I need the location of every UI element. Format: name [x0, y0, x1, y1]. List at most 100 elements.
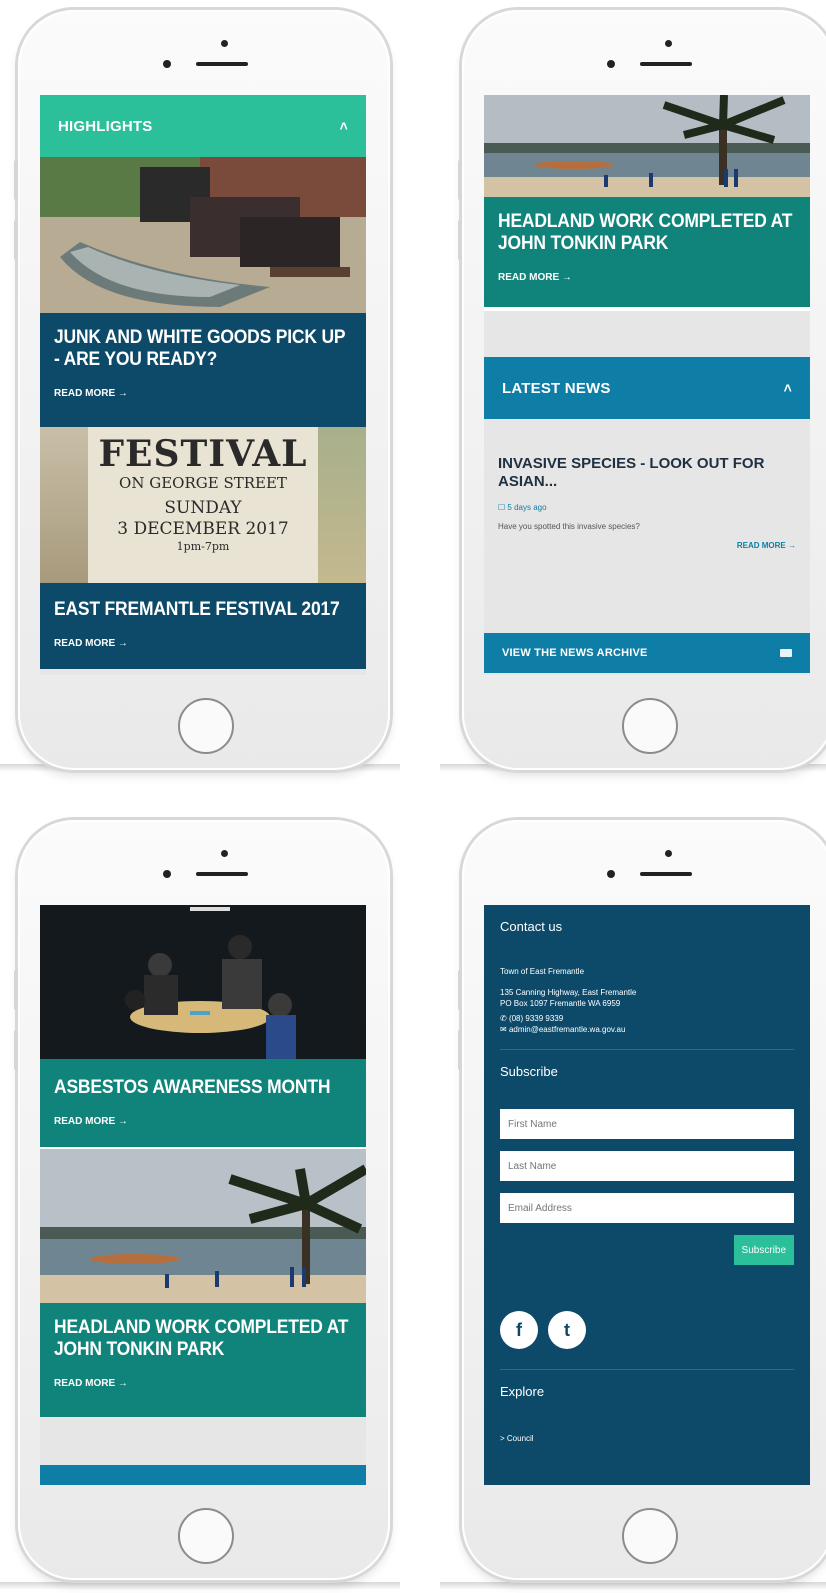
- card-title: JUNK AND WHITE GOODS PICK UP - ARE YOU R…: [54, 327, 346, 370]
- news-archive-label: VIEW THE NEWS ARCHIVE: [502, 647, 648, 659]
- poster-line-sunday: SUNDAY: [164, 498, 242, 518]
- phone-mockup-footer: Contact us Town of East Fremantle 135 Ca…: [458, 820, 826, 1580]
- volume-down-button: [14, 1030, 18, 1070]
- volume-down-button: [14, 220, 18, 260]
- card-title: HEADLAND WORK COMPLETED AT JOHN TONKIN P…: [498, 211, 793, 254]
- social-links: f t: [500, 1311, 794, 1349]
- phone-mockup-asbestos: ASBESTOS AWARENESS MONTH READ MORE → HEA…: [14, 820, 390, 1580]
- festival-poster: FESTIVAL ON GEORGE STREET SUNDAY 3 DECEM…: [40, 427, 366, 583]
- poster-line-george-street: ON GEORGE STREET: [119, 474, 287, 492]
- explore-title: Explore: [500, 1384, 545, 1399]
- front-camera: [665, 40, 672, 47]
- org-name: Town of East Fremantle: [500, 967, 585, 976]
- proximity-sensor: [163, 870, 171, 878]
- chevron-up-icon[interactable]: ˄: [340, 118, 348, 134]
- facebook-icon[interactable]: f: [500, 1311, 538, 1349]
- address-line-1: 135 Canning Highway, East Fremantle: [500, 988, 637, 997]
- festival-card[interactable]: EAST FREMANTLE FESTIVAL 2017 READ MORE →: [40, 583, 366, 669]
- read-more-link[interactable]: READ MORE →: [54, 1378, 128, 1389]
- family-at-table-image: [40, 905, 366, 1059]
- volume-up-button: [14, 160, 18, 200]
- home-button[interactable]: [178, 698, 234, 754]
- park-photo: [484, 95, 810, 197]
- card-title: EAST FREMANTLE FESTIVAL 2017: [54, 599, 340, 620]
- news-date: ☐ 5 days ago: [498, 503, 547, 512]
- site-footer: Contact us Town of East Fremantle 135 Ca…: [484, 905, 810, 1485]
- latest-news-header[interactable]: LATEST NEWS ˄: [484, 357, 810, 419]
- front-camera: [665, 850, 672, 857]
- proximity-sensor: [607, 60, 615, 68]
- phone-mockup-highlights: HIGHLIGHTS ˄ JUNK AND WHITE GOODS PICK U…: [14, 10, 390, 770]
- news-title: INVASIVE SPECIES - LOOK OUT FOR ASIAN...: [498, 455, 765, 490]
- proximity-sensor: [607, 870, 615, 878]
- twitter-icon[interactable]: t: [548, 1311, 586, 1349]
- headland-card[interactable]: HEADLAND WORK COMPLETED AT JOHN TONKIN P…: [484, 197, 810, 307]
- volume-up-button: [458, 970, 462, 1010]
- latest-news-title: LATEST NEWS: [502, 379, 611, 397]
- phone-screen: ASBESTOS AWARENESS MONTH READ MORE → HEA…: [40, 905, 366, 1485]
- home-button[interactable]: [178, 1508, 234, 1564]
- phone-row[interactable]: ✆ (08) 9339 9339: [500, 1013, 794, 1024]
- address-line-2: PO Box 1097 Fremantle WA 6959: [500, 999, 621, 1008]
- envelope-icon: [780, 649, 792, 657]
- volume-down-button: [458, 220, 462, 260]
- home-button[interactable]: [622, 698, 678, 754]
- front-camera: [221, 40, 228, 47]
- card-title: ASBESTOS AWARENESS MONTH: [54, 1077, 331, 1098]
- poster-line-festival: FESTIVAL: [98, 433, 308, 475]
- envelope-icon: ✉: [500, 1025, 507, 1034]
- volume-down-button: [458, 1030, 462, 1070]
- first-name-field[interactable]: [500, 1109, 794, 1139]
- section-spacer: [40, 1417, 366, 1465]
- section-spacer: [484, 307, 810, 357]
- earpiece-speaker: [196, 872, 248, 876]
- email-field[interactable]: [500, 1193, 794, 1223]
- earpiece-speaker: [640, 872, 692, 876]
- asbestos-card[interactable]: ASBESTOS AWARENESS MONTH READ MORE →: [40, 1059, 366, 1147]
- earpiece-speaker: [640, 62, 692, 66]
- junk-pile-image: [40, 157, 366, 313]
- phone-mockup-latest-news: HEADLAND WORK COMPLETED AT JOHN TONKIN P…: [458, 10, 826, 770]
- highlights-title: HIGHLIGHTS: [58, 117, 153, 135]
- phone-screen: HIGHLIGHTS ˄ JUNK AND WHITE GOODS PICK U…: [40, 95, 366, 675]
- news-read-more-link[interactable]: READ MORE →: [498, 541, 796, 550]
- park-photo: [40, 1147, 366, 1303]
- email-address: admin@eastfremantle.wa.gov.au: [508, 1025, 626, 1034]
- home-button[interactable]: [622, 1508, 678, 1564]
- email-row[interactable]: ✉ admin@eastfremantle.wa.gov.au: [500, 1024, 794, 1035]
- read-more-link[interactable]: READ MORE →: [54, 1116, 128, 1127]
- front-camera: [221, 850, 228, 857]
- junk-pickup-photo: [40, 157, 366, 313]
- junk-pickup-card[interactable]: JUNK AND WHITE GOODS PICK UP - ARE YOU R…: [40, 313, 366, 427]
- divider: [500, 1049, 794, 1050]
- proximity-sensor: [163, 60, 171, 68]
- read-more-link[interactable]: READ MORE →: [54, 638, 128, 649]
- explore-council-link[interactable]: > Council: [500, 1433, 794, 1444]
- read-more-link[interactable]: READ MORE →: [498, 272, 572, 283]
- volume-up-button: [14, 970, 18, 1010]
- asbestos-photo: [40, 905, 366, 1059]
- volume-up-button: [458, 160, 462, 200]
- subscribe-button[interactable]: Subscribe: [733, 1235, 794, 1265]
- phone-screen: Contact us Town of East Fremantle 135 Ca…: [484, 905, 810, 1485]
- news-archive-button[interactable]: VIEW THE NEWS ARCHIVE: [484, 633, 810, 673]
- news-description: Have you spotted this invasive species?: [498, 522, 640, 531]
- read-more-link[interactable]: READ MORE →: [54, 388, 128, 399]
- highlights-header[interactable]: HIGHLIGHTS ˄: [40, 95, 366, 157]
- earpiece-speaker: [196, 62, 248, 66]
- poster-line-time: 1pm-7pm: [176, 540, 230, 553]
- news-item[interactable]: INVASIVE SPECIES - LOOK OUT FOR ASIAN...…: [484, 419, 810, 633]
- divider: [500, 1369, 794, 1370]
- last-name-field[interactable]: [500, 1151, 794, 1181]
- chevron-up-icon[interactable]: ˄: [784, 380, 792, 396]
- john-tonkin-park-image: [40, 1149, 366, 1303]
- headland-card[interactable]: HEADLAND WORK COMPLETED AT JOHN TONKIN P…: [40, 1303, 366, 1417]
- poster-line-date: 3 DECEMBER 2017: [117, 519, 289, 539]
- contact-title: Contact us: [500, 919, 563, 934]
- card-title: HEADLAND WORK COMPLETED AT JOHN TONKIN P…: [54, 1317, 349, 1360]
- phone-number: (08) 9339 9339: [508, 1014, 564, 1023]
- subscribe-title: Subscribe: [500, 1064, 558, 1079]
- john-tonkin-park-image: [484, 95, 810, 197]
- phone-screen: HEADLAND WORK COMPLETED AT JOHN TONKIN P…: [484, 95, 810, 675]
- latest-news-header-partial[interactable]: [40, 1465, 366, 1485]
